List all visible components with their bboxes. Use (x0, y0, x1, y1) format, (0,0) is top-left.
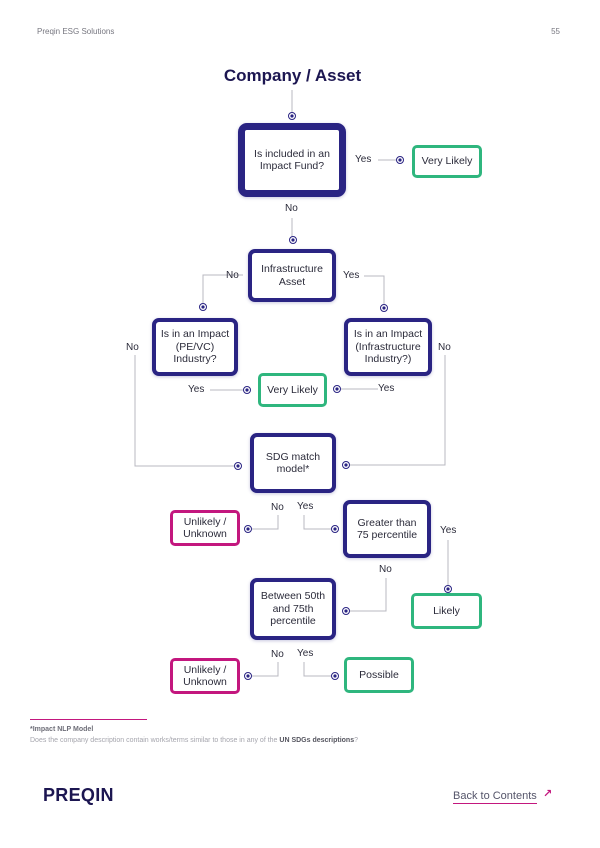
node-dot-icon (243, 386, 251, 394)
node-infra-industry: Is in an Impact (Infrastructure Industry… (344, 318, 432, 376)
node-dot-icon (380, 304, 388, 312)
footnote-title: *Impact NLP Model (30, 726, 94, 733)
node-sdg-model: SDG match model* (250, 433, 336, 493)
node-dot-icon (444, 585, 452, 593)
label-fund-no: No (285, 203, 298, 214)
node-dot-icon (396, 156, 404, 164)
node-dot-icon (234, 462, 242, 470)
edge-infra-yes (364, 275, 385, 304)
node-dot-icon (289, 236, 297, 244)
label-infra-yes: Yes (343, 270, 360, 281)
node-greater-75: Greater than 75 percentile (343, 500, 431, 558)
node-pevc-industry: Is in an Impact (PE/VC) Industry? (152, 318, 238, 376)
outcome-possible: Possible (344, 657, 414, 693)
label-gt75-no: No (379, 564, 392, 575)
outcome-unlikely-2: Unlikely / Unknown (170, 658, 240, 694)
back-to-contents-link[interactable]: Back to Contents (453, 790, 537, 804)
outcome-unlikely-1: Unlikely / Unknown (170, 510, 240, 546)
node-dot-icon (342, 607, 350, 615)
footnote-divider (30, 719, 147, 720)
edge-between-yes (303, 662, 333, 677)
footnote-text-suffix: ? (354, 737, 358, 744)
node-dot-icon (199, 303, 207, 311)
outcome-very-likely-2: Very Likely (258, 373, 327, 407)
footnote-text-prefix: Does the company description contain wor… (30, 737, 280, 744)
node-impact-fund: Is included in an Impact Fund? (238, 123, 346, 197)
edge-sdg-yes (303, 515, 333, 530)
label-gt75-yes: Yes (440, 525, 457, 536)
label-infraind-yes: Yes (378, 383, 395, 394)
node-dot-icon (288, 112, 296, 120)
node-dot-icon (331, 672, 339, 680)
label-infraind-no: No (438, 342, 451, 353)
label-sdg-no: No (271, 502, 284, 513)
node-dot-icon (333, 385, 341, 393)
outcome-very-likely-1: Very Likely (412, 145, 482, 178)
arrow-up-right-icon[interactable]: ↗ (543, 787, 552, 800)
node-infrastructure-asset: Infrastructure Asset (248, 249, 336, 302)
node-dot-icon (342, 461, 350, 469)
preqin-logo: PREQIN (43, 785, 114, 805)
label-sdg-yes: Yes (297, 501, 314, 512)
footnote-text-bold: UN SDGs descriptions (279, 737, 355, 744)
edge-sdg-no (250, 515, 279, 530)
label-between-no: No (271, 649, 284, 660)
node-dot-icon (244, 525, 252, 533)
footnote-text: Does the company description contain wor… (30, 737, 358, 744)
node-between-50-75: Between 50th and 75th percentile (250, 578, 336, 640)
label-pevc-yes: Yes (188, 384, 205, 395)
edge-between-no (250, 662, 279, 677)
label-between-yes: Yes (297, 648, 314, 659)
edge-gt75-no (348, 578, 387, 612)
outcome-likely: Likely (411, 593, 482, 629)
label-fund-yes: Yes (355, 154, 372, 165)
node-dot-icon (244, 672, 252, 680)
label-infra-no: No (226, 270, 239, 281)
label-pevc-no: No (126, 342, 139, 353)
node-dot-icon (331, 525, 339, 533)
